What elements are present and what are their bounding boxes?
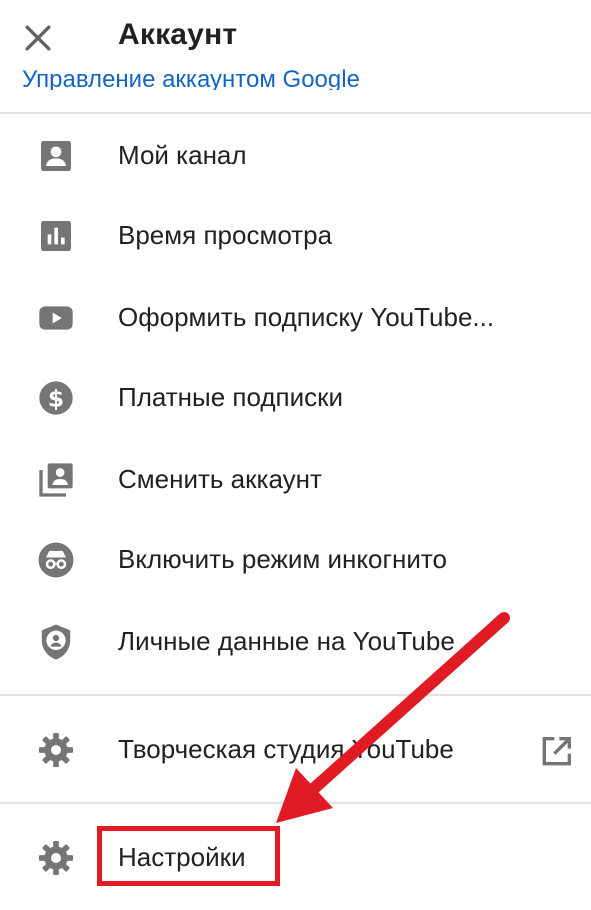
- gear-icon: [38, 733, 74, 767]
- menu-item-switch-account[interactable]: Сменить аккаунт: [0, 442, 591, 522]
- menu-item-label: Время просмотра: [118, 220, 333, 250]
- menu-item-label: Личные данные на YouTube: [118, 626, 455, 656]
- incognito-icon: [38, 542, 74, 578]
- menu-item-paid-memberships[interactable]: $ Платные подписки: [0, 360, 591, 440]
- divider: [0, 694, 591, 696]
- menu-item-label: Включить режим инкогнито: [118, 544, 447, 574]
- divider: [0, 112, 591, 114]
- menu-item-label: Оформить подписку YouTube...: [118, 302, 495, 332]
- manage-google-account-link[interactable]: Управление аккаунтом Google: [22, 56, 582, 90]
- menu-item-label: Платные подписки: [118, 382, 344, 412]
- menu-item-my-channel[interactable]: Мой канал: [0, 118, 591, 198]
- shield-person-icon: [41, 624, 71, 660]
- page-title: Аккаунт: [118, 18, 238, 51]
- menu-item-label: Творческая студия YouTube: [118, 734, 454, 764]
- menu-item-youtube-premium[interactable]: Оформить подписку YouTube...: [0, 280, 591, 360]
- menu-item-settings[interactable]: Настройки: [0, 820, 591, 900]
- manage-google-account-label: Управление аккаунтом Google: [22, 66, 360, 90]
- switch-account-icon: [39, 463, 73, 497]
- menu-item-label: Сменить аккаунт: [118, 464, 322, 494]
- bar-chart-icon: [41, 221, 71, 251]
- menu-item-label: Мой канал: [118, 140, 247, 170]
- account-box-icon: [41, 141, 71, 171]
- divider: [0, 802, 591, 804]
- dollar-circle-icon: $: [39, 381, 73, 415]
- menu-item-incognito[interactable]: Включить режим инкогнито: [0, 522, 591, 602]
- menu-item-watch-time[interactable]: Время просмотра: [0, 198, 591, 278]
- close-icon[interactable]: [18, 18, 58, 58]
- gear-icon: [38, 841, 74, 875]
- menu-item-your-data[interactable]: Личные данные на YouTube: [0, 604, 591, 684]
- svg-text:$: $: [48, 384, 64, 412]
- open-in-new-icon: [542, 737, 571, 766]
- menu-item-youtube-studio[interactable]: Творческая студия YouTube: [0, 712, 591, 792]
- annotation-highlight-box: [97, 826, 280, 886]
- youtube-play-icon: [39, 306, 73, 330]
